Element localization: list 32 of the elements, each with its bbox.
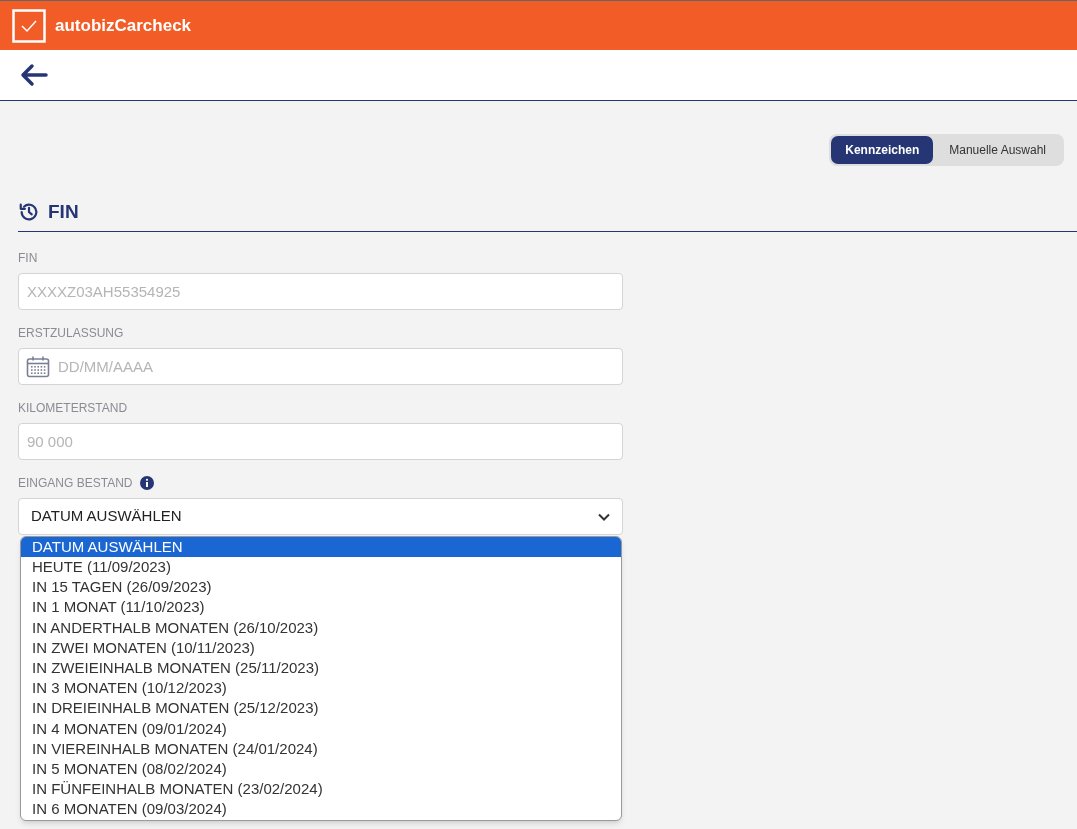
dropdown-option[interactable]: IN 3 MONATEN (10/12/2023) xyxy=(21,678,621,699)
checkmark-logo-icon xyxy=(12,8,46,43)
field-label: FIN xyxy=(18,250,38,267)
dropdown-option[interactable]: IN 15 TAGEN (26/09/2023) xyxy=(21,577,621,598)
field-label: EINGANG BESTAND xyxy=(18,475,133,492)
dropdown-option[interactable]: IN 5 MONATEN (08/02/2024) xyxy=(21,759,621,780)
toggle-option[interactable]: Manuelle Auswahl xyxy=(933,136,1062,164)
dropdown-option[interactable]: IN ANDERTHALB MONATEN (26/10/2023) xyxy=(21,617,621,638)
field-label: KILOMETERSTAND xyxy=(18,400,128,417)
dropdown-option[interactable]: IN VIEREINHALB MONATEN (24/01/2024) xyxy=(21,738,621,760)
back-arrow-icon xyxy=(20,63,48,87)
brand-name: autobizCarcheck xyxy=(55,14,192,37)
text-field[interactable]: 90 000 xyxy=(18,423,623,460)
dropdown-option[interactable]: IN 6 MONATEN (09/03/2024) xyxy=(21,799,621,820)
dropdown-option[interactable]: IN ZWEIEINHALB MONATEN (25/11/2023) xyxy=(21,658,621,679)
toggle-option[interactable]: Kennzeichen xyxy=(831,136,934,164)
dropdown-option[interactable]: IN 4 MONATEN (09/01/2024) xyxy=(21,718,621,739)
date-field[interactable]: DD/MM/AAAA xyxy=(18,348,623,385)
calendar-icon xyxy=(26,356,50,378)
history-clock-icon xyxy=(18,201,40,223)
dropdown-option[interactable]: IN 1 MONAT (11/10/2023) xyxy=(21,597,621,618)
dropdown-option[interactable]: HEUTE (11/09/2023) xyxy=(21,557,621,578)
info-icon[interactable] xyxy=(140,476,155,490)
dropdown-option[interactable]: IN ZWEI MONATEN (10/11/2023) xyxy=(21,637,621,659)
section-title: FIN xyxy=(48,199,79,224)
text-field[interactable]: XXXXZ03AH55354925 xyxy=(18,273,623,310)
date-select[interactable]: DATUM AUSWÄHLEN xyxy=(18,498,623,535)
chevron-down-icon xyxy=(598,512,610,521)
dropdown-option[interactable]: DATUM AUSWÄHLEN xyxy=(21,537,621,558)
field-label: ERSTZULASSUNG xyxy=(18,325,124,342)
dropdown-option[interactable]: IN FÜNFEINHALB MONATEN (23/02/2024) xyxy=(21,779,621,800)
dropdown-option[interactable]: IN DREIEINHALB MONATEN (25/12/2023) xyxy=(21,698,621,719)
